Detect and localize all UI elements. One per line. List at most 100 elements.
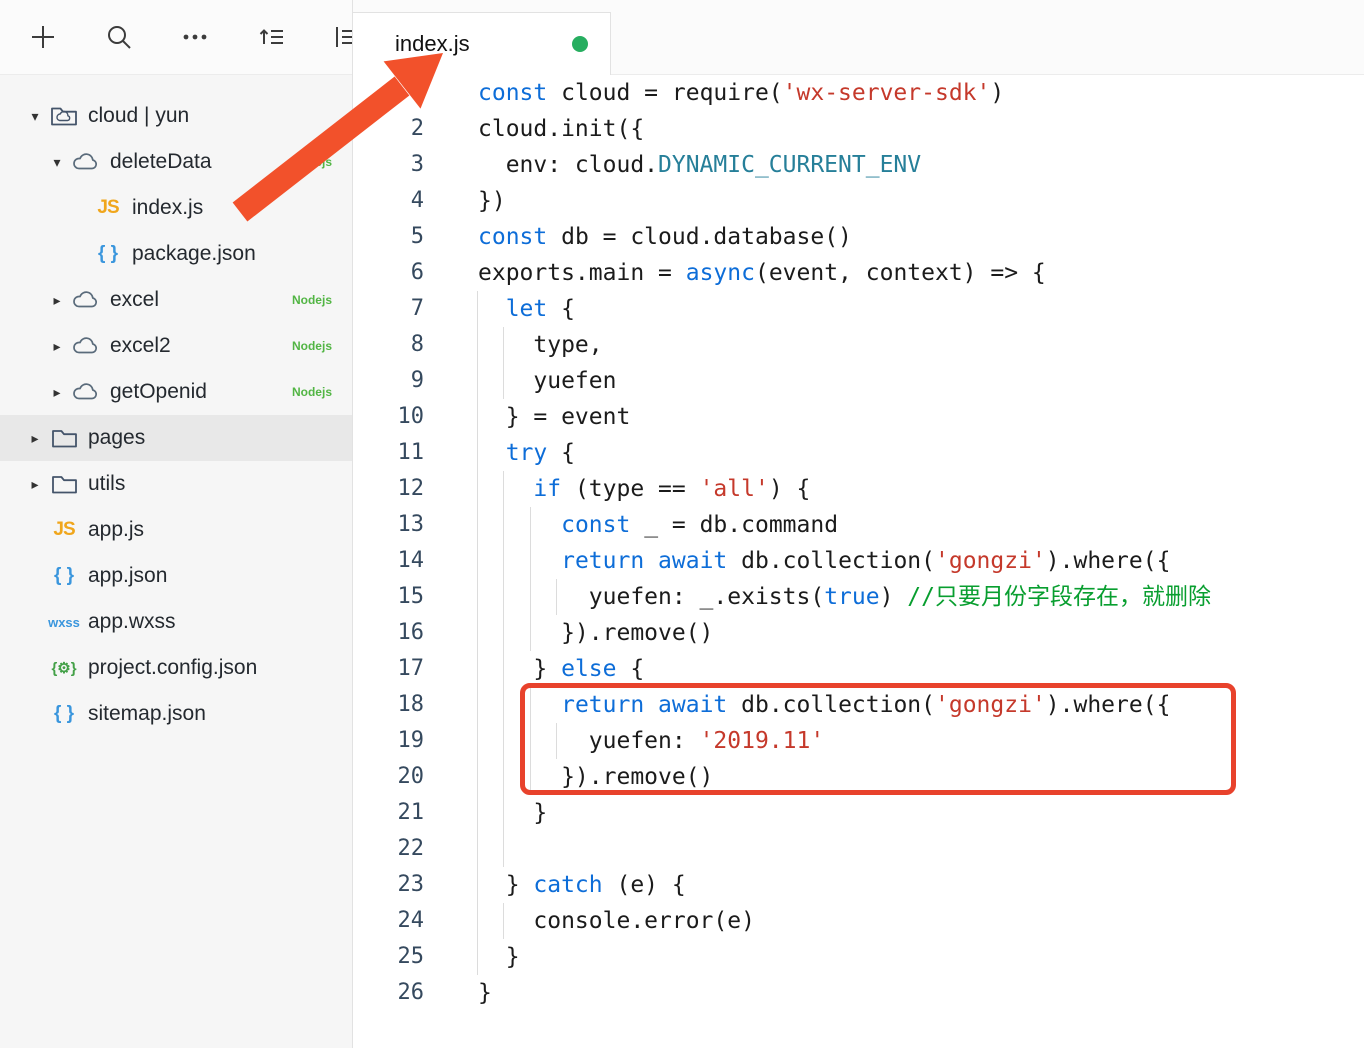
code-line[interactable]: 7 let {	[353, 291, 1364, 327]
tree-item-label: sitemap.json	[88, 702, 206, 725]
search-icon[interactable]	[104, 22, 134, 52]
line-number[interactable]: 20	[353, 759, 425, 795]
sidebar-item-sitemap-json[interactable]: { } sitemap.json	[0, 691, 352, 737]
line-number[interactable]: 23	[353, 867, 425, 903]
code-token: cloud = require(	[547, 80, 783, 106]
code-editor[interactable]: 1 const cloud = require('wx-server-sdk') 2…	[353, 75, 1364, 1048]
chevron-down-icon[interactable]: ▾	[24, 108, 46, 125]
code-text: yuefen: _.exists(true) //只要月份字段存在，就删除	[478, 579, 1211, 615]
folder-icon	[46, 469, 82, 499]
code-line[interactable]: 21 }	[353, 795, 1364, 831]
code-line[interactable]: 26}	[353, 975, 1364, 1011]
sidebar-item-app-js[interactable]: JS app.js	[0, 507, 352, 553]
code-line[interactable]: 17 } else {	[353, 651, 1364, 687]
tree-item-label: app.json	[88, 564, 168, 587]
code-line[interactable]: 1 const cloud = require('wx-server-sdk')	[353, 75, 1364, 111]
code-line[interactable]: 24 console.error(e)	[353, 903, 1364, 939]
code-line[interactable]: 13 const _ = db.command	[353, 507, 1364, 543]
line-number[interactable]: 24	[353, 903, 425, 939]
sidebar-item-app-wxss[interactable]: wxss app.wxss	[0, 599, 352, 645]
code-line[interactable]: 12 if (type == 'all') {	[353, 471, 1364, 507]
chevron-down-icon[interactable]: ▾	[46, 154, 68, 171]
chevron-right-icon[interactable]: ▸	[46, 384, 68, 401]
json-file-icon: { }	[53, 703, 75, 724]
code-line[interactable]: 15 yuefen: _.exists(true) //只要月份字段存在，就删除	[353, 579, 1364, 615]
sidebar-item-pages[interactable]: ▸ pages	[0, 415, 352, 461]
line-number[interactable]: 6	[353, 255, 424, 291]
add-icon[interactable]	[28, 22, 58, 52]
chevron-right-icon[interactable]: ▸	[24, 476, 46, 493]
sidebar-item-app-json[interactable]: { } app.json	[0, 553, 352, 599]
line-number[interactable]: 4	[353, 183, 424, 219]
sidebar-item-utils[interactable]: ▸ utils	[0, 461, 352, 507]
sidebar-item-package-json[interactable]: { } package.json	[0, 231, 352, 277]
indent-guide	[530, 507, 531, 651]
line-number[interactable]: 9	[353, 363, 424, 399]
tab-label: index.js	[395, 31, 470, 56]
code-line[interactable]: 20 }).remove()	[353, 759, 1364, 795]
code-line[interactable]: 9 yuefen	[353, 363, 1364, 399]
line-number[interactable]: 7	[353, 291, 424, 327]
line-number[interactable]: 17	[353, 651, 425, 687]
code-line[interactable]: 2 cloud.init({	[353, 111, 1364, 147]
editor-main: index.js 1 const cloud = require('wx-serv…	[352, 0, 1364, 1048]
line-number[interactable]: 11	[353, 435, 425, 471]
code-line[interactable]: 22	[353, 831, 1364, 867]
line-number[interactable]: 25	[353, 939, 425, 975]
code-text: return await db.collection('gongzi').whe…	[478, 543, 1170, 579]
code-token: cloud.init({	[478, 116, 645, 142]
more-icon[interactable]	[180, 22, 210, 52]
chevron-right-icon[interactable]: ▸	[46, 292, 68, 309]
code-line[interactable]: 10 } = event	[353, 399, 1364, 435]
line-number[interactable]: 10	[353, 399, 425, 435]
line-number[interactable]: 26	[353, 975, 425, 1011]
chevron-right-icon[interactable]: ▸	[46, 338, 68, 355]
unsaved-changes-dot-icon	[572, 36, 588, 52]
code-text: env: cloud.DYNAMIC_CURRENT_ENV	[478, 147, 921, 183]
line-number[interactable]: 21	[353, 795, 425, 831]
code-line[interactable]: 16 }).remove()	[353, 615, 1364, 651]
sidebar-item-index-js[interactable]: JS index.js	[0, 185, 352, 231]
chevron-right-icon[interactable]: ▸	[24, 430, 46, 447]
line-number[interactable]: 2	[353, 111, 424, 147]
code-line[interactable]: 11 try {	[353, 435, 1364, 471]
sidebar-item-getopenid[interactable]: ▸ getOpenid Nodejs	[0, 369, 352, 415]
panel-icon[interactable]	[332, 22, 352, 52]
sidebar-item-excel2[interactable]: ▸ excel2 Nodejs	[0, 323, 352, 369]
sidebar-item-project-config-json[interactable]: {⚙} project.config.json	[0, 645, 352, 691]
line-number[interactable]: 18	[353, 687, 425, 723]
code-line[interactable]: 25 }	[353, 939, 1364, 975]
sidebar-item-excel[interactable]: ▸ excel Nodejs	[0, 277, 352, 323]
line-number[interactable]: 5	[353, 219, 424, 255]
line-number[interactable]: 12	[353, 471, 425, 507]
line-number[interactable]: 8	[353, 327, 424, 363]
code-line[interactable]: 5 const db = cloud.database()	[353, 219, 1364, 255]
code-line[interactable]: 4})	[353, 183, 1364, 219]
code-line[interactable]: 19 yuefen: '2019.11'	[353, 723, 1364, 759]
code-token: 'gongzi'	[935, 692, 1046, 718]
sidebar-item-cloud-yun[interactable]: ▾ cloud | yun	[0, 93, 352, 139]
line-number[interactable]: 19	[353, 723, 425, 759]
code-line[interactable]: 18 return await db.collection('gongzi').…	[353, 687, 1364, 723]
tab-index-js[interactable]: index.js	[352, 12, 611, 75]
line-number[interactable]: 3	[353, 147, 424, 183]
sort-icon[interactable]	[256, 22, 286, 52]
code-line[interactable]: 6 exports.main = async(event, context) =>…	[353, 255, 1364, 291]
line-number[interactable]: 1	[353, 75, 424, 111]
sidebar-item-deletedata[interactable]: ▾ deleteData Nodejs	[0, 139, 352, 185]
line-number[interactable]: 22	[353, 831, 425, 867]
line-number[interactable]: 15	[353, 579, 425, 615]
code-line[interactable]: 23 } catch (e) {	[353, 867, 1364, 903]
code-line[interactable]: 3 env: cloud.DYNAMIC_CURRENT_ENV	[353, 147, 1364, 183]
line-number[interactable]: 13	[353, 507, 425, 543]
code-token: {	[547, 296, 575, 322]
explorer-toolbar	[0, 0, 352, 75]
line-number[interactable]: 16	[353, 615, 425, 651]
line-number[interactable]: 14	[353, 543, 425, 579]
code-line[interactable]: 14 return await db.collection('gongzi').…	[353, 543, 1364, 579]
file-explorer-sidebar: ▾ cloud | yun ▾ deleteData Nodejs JS index.js {…	[0, 0, 353, 1048]
code-line[interactable]: 8 type,	[353, 327, 1364, 363]
tab-bar: index.js	[352, 0, 1364, 75]
